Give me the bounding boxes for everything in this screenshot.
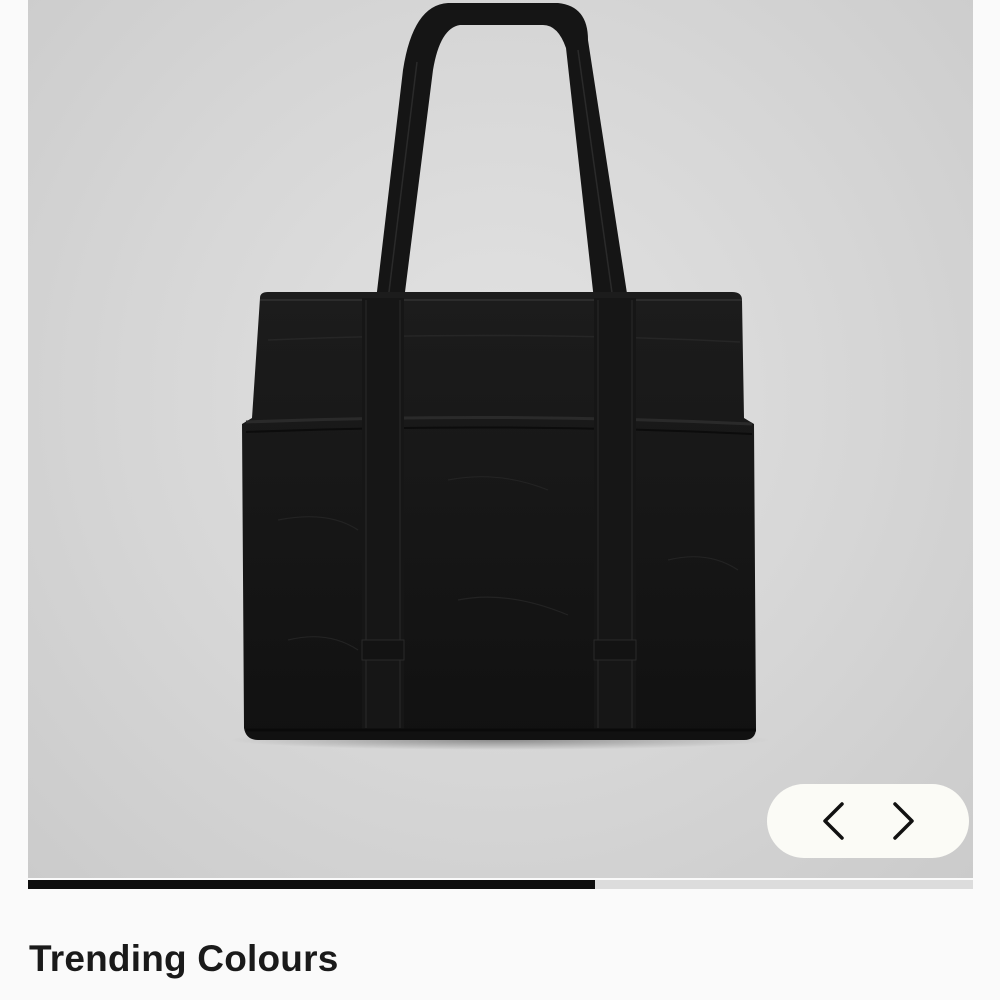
chevron-right-icon xyxy=(892,802,914,840)
previous-image-button[interactable] xyxy=(803,791,863,851)
next-image-button[interactable] xyxy=(874,791,934,851)
carousel-nav-controls xyxy=(767,784,969,858)
product-image-tote-bag xyxy=(230,3,770,750)
section-title-trending-colours: Trending Colours xyxy=(29,938,339,979)
product-image-carousel[interactable] xyxy=(28,0,973,878)
product-page: Trending Colours xyxy=(0,0,1000,1000)
carousel-progress-fill xyxy=(28,880,595,889)
carousel-progress-bar xyxy=(28,880,973,889)
chevron-left-icon xyxy=(822,802,844,840)
